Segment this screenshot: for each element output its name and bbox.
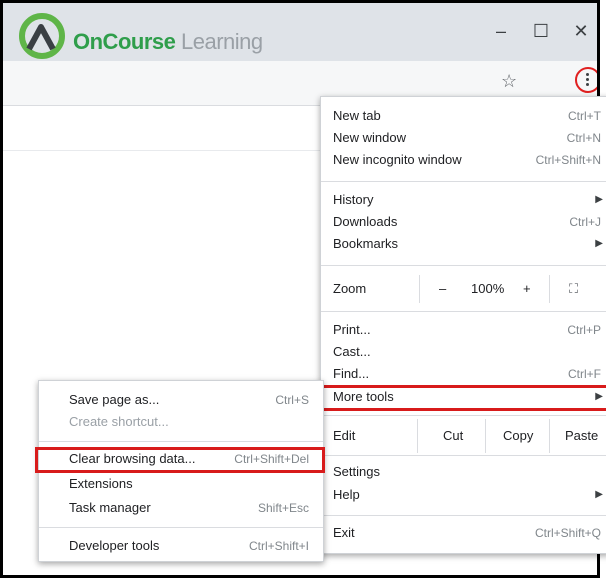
copy-button[interactable]: Copy [503,419,533,453]
zoom-row: Zoom – 100% + ⛶ [321,275,606,303]
submenu-arrow-icon: ▶ [595,238,603,249]
chrome-main-menu: New tab Ctrl+T New window Ctrl+N New inc… [320,96,606,554]
submenu-item-label: Extensions [69,476,133,491]
menu-item-help[interactable]: Help ▶ [321,484,606,506]
zoom-in-button[interactable]: + [523,275,531,303]
menu-separator [321,311,606,312]
menu-item-history[interactable]: History ▶ [321,189,606,211]
menu-separator [39,441,323,442]
menu-item-shortcut: Ctrl+P [567,323,601,337]
edit-row: Edit Cut Copy Paste [321,419,606,453]
submenu-item-create-shortcut: Create shortcut... [39,411,323,433]
menu-item-label: History [333,192,374,207]
submenu-item-shortcut: Ctrl+Shift+I [248,539,309,553]
submenu-item-shortcut: Ctrl+S [275,393,309,407]
menu-item-label: New window [333,130,406,145]
customize-menu-button[interactable] [575,67,597,93]
menu-item-new-tab[interactable]: New tab Ctrl+T [321,105,606,127]
menu-item-find[interactable]: Find... Ctrl+F [321,363,606,385]
menu-item-shortcut: Ctrl+T [568,109,601,123]
menu-item-downloads[interactable]: Downloads Ctrl+J [321,211,606,233]
menu-item-label: Downloads [333,214,398,229]
submenu-item-developer-tools[interactable]: Developer tools Ctrl+Shift+I [39,535,323,557]
menu-item-bookmarks[interactable]: Bookmarks ▶ [321,233,606,255]
fullscreen-icon[interactable]: ⛶ [569,275,578,303]
edit-divider [485,419,486,453]
menu-item-print[interactable]: Print... Ctrl+P [321,319,606,341]
zoom-level: 100% [471,281,505,296]
submenu-item-shortcut: Shift+Esc [257,501,309,515]
submenu-item-extensions[interactable]: Extensions [39,473,323,495]
edit-divider [549,419,550,453]
menu-item-label: Help [333,487,360,502]
menu-separator [321,415,606,416]
menu-separator [321,265,606,266]
zoom-divider [549,275,550,303]
menu-item-label: Cast... [333,344,371,359]
menu-item-label: Exit [333,525,355,540]
kebab-icon [586,73,590,88]
menu-item-label: New incognito window [333,152,462,167]
zoom-label: Zoom [333,281,367,296]
menu-item-label: Bookmarks [333,236,399,251]
zoom-divider [419,275,420,303]
oncourse-logo-icon [19,13,65,59]
brand-name: OnCourse Learning [73,29,263,55]
menu-item-label: Print... [333,322,371,337]
minimize-button[interactable]: – [485,19,517,43]
menu-item-label: New tab [333,108,381,123]
paste-button[interactable]: Paste [565,419,598,453]
bookmark-star-icon[interactable]: ☆ [501,71,517,92]
submenu-arrow-icon: ▶ [595,489,603,500]
submenu-item-task-manager[interactable]: Task manager Shift+Esc [39,497,323,519]
menu-separator [39,527,323,528]
submenu-item-save-page[interactable]: Save page as... Ctrl+S [39,389,323,411]
menu-item-shortcut: Ctrl+Shift+Q [534,526,601,540]
menu-item-exit[interactable]: Exit Ctrl+Shift+Q [321,522,606,544]
menu-item-shortcut: Ctrl+J [569,215,601,229]
cut-button[interactable]: Cut [443,419,463,453]
menu-item-new-incognito[interactable]: New incognito window Ctrl+Shift+N [321,149,606,171]
menu-separator [321,515,606,516]
title-bar: OnCourse Learning – ☐ ✕ [3,3,597,61]
brand-name-sub: Learning [180,29,263,54]
menu-item-settings[interactable]: Settings [321,461,606,483]
submenu-item-label: Task manager [69,500,151,515]
brand-name-main: OnCourse [73,29,176,54]
menu-item-label: Find... [333,366,370,381]
submenu-item-label: Create shortcut... [69,414,169,429]
menu-item-shortcut: Ctrl+F [568,367,601,381]
submenu-item-label: Save page as... [69,392,160,407]
close-button[interactable]: ✕ [565,19,597,43]
submenu-item-label: Developer tools [69,538,160,553]
clear-browsing-highlight [35,447,325,473]
menu-item-label: Settings [333,464,380,479]
edit-divider [417,419,418,453]
menu-item-new-window[interactable]: New window Ctrl+N [321,127,606,149]
menu-item-shortcut: Ctrl+Shift+N [535,153,601,167]
maximize-button[interactable]: ☐ [525,19,557,43]
edit-label: Edit [333,428,356,443]
menu-separator [321,455,606,456]
menu-separator [321,181,606,182]
more-tools-highlight [321,385,606,411]
menu-item-cast[interactable]: Cast... [321,341,606,363]
more-tools-submenu: Save page as... Ctrl+S Create shortcut..… [35,380,325,562]
zoom-out-button[interactable]: – [439,275,446,303]
menu-item-shortcut: Ctrl+N [566,131,601,145]
submenu-arrow-icon: ▶ [595,194,603,205]
